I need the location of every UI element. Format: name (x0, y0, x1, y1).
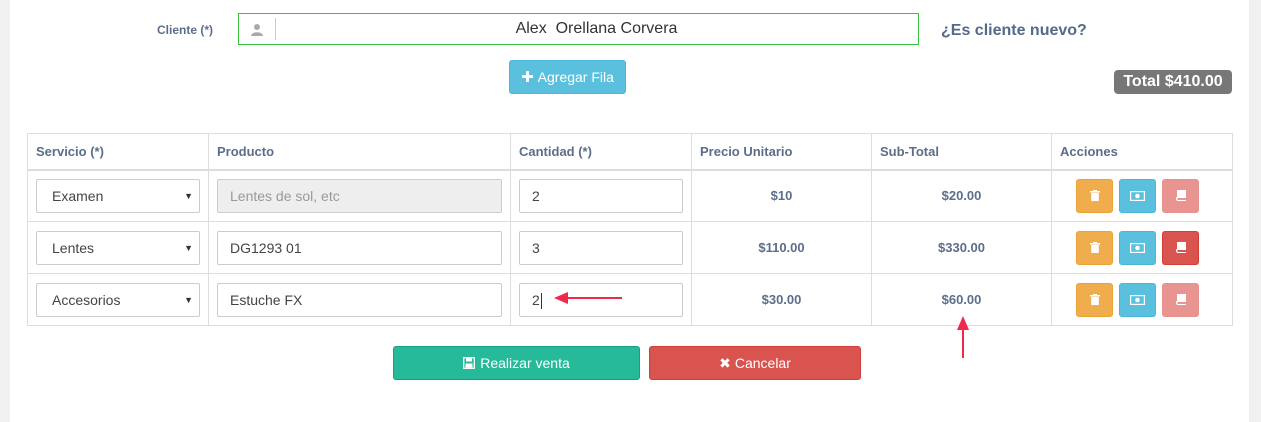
subtotal: $330.00 (871, 221, 1052, 274)
add-row-label: Agregar Fila (537, 69, 614, 85)
client-field[interactable]: Alex Orellana Corvera (238, 13, 919, 45)
trash-icon (1089, 242, 1100, 253)
table-row: Examen ▼ Lentes de sol, etc 2 $10 $20.00 (27, 169, 1233, 222)
items-table: Servicio (*) Producto Cantidad (*) Preci… (27, 133, 1233, 326)
caret-down-icon: ▼ (184, 242, 193, 253)
client-label: Cliente (*) (157, 23, 214, 37)
quantity-input[interactable]: 2 (519, 178, 683, 213)
price-row-button[interactable] (1119, 282, 1156, 317)
product-placeholder: Lentes de sol, etc (230, 187, 340, 204)
header-quantity: Cantidad (*) (510, 133, 692, 171)
product-input[interactable]: DG1293 01 (217, 230, 502, 265)
quantity-input[interactable]: 2 (519, 282, 683, 317)
quantity-value: 2 (532, 291, 540, 308)
service-select-value: Accesorios (52, 291, 121, 308)
caret-down-icon: ▼ (184, 190, 193, 201)
detail-row-button[interactable] (1162, 178, 1199, 213)
submit-sale-label: Realizar venta (480, 355, 570, 371)
header-service: Servicio (*) (27, 133, 209, 171)
header-unit-price: Precio Unitario (691, 133, 872, 171)
service-select[interactable]: Lentes ▼ (36, 230, 200, 265)
detail-row-button[interactable] (1162, 282, 1199, 317)
service-select[interactable]: Accesorios ▼ (36, 282, 200, 317)
new-client-link[interactable]: ¿Es cliente nuevo? (941, 22, 1087, 40)
money-icon (1130, 242, 1145, 253)
price-row-button[interactable] (1119, 178, 1156, 213)
table-row: Lentes ▼ DG1293 01 3 $110.00 $330.00 (27, 221, 1233, 274)
subtotal: $20.00 (871, 169, 1052, 222)
service-select-value: Lentes (52, 239, 95, 256)
price-row-button[interactable] (1119, 230, 1156, 265)
save-icon (463, 357, 476, 369)
add-row-button[interactable]: ✚ Agregar Fila (509, 60, 626, 94)
quantity-input[interactable]: 3 (519, 230, 683, 265)
delete-row-button[interactable] (1076, 230, 1113, 265)
book-icon (1175, 190, 1186, 202)
delete-row-button[interactable] (1076, 282, 1113, 317)
cancel-button[interactable]: ✖ Cancelar (649, 346, 861, 380)
service-select-value: Examen (52, 187, 104, 204)
money-icon (1130, 190, 1145, 201)
detail-row-button[interactable] (1162, 230, 1199, 265)
money-icon (1130, 294, 1145, 305)
user-icon (239, 18, 276, 40)
trash-icon (1089, 190, 1100, 202)
subtotal: $60.00 (871, 273, 1052, 326)
cancel-label: Cancelar (734, 355, 791, 371)
caret-down-icon: ▼ (184, 294, 193, 305)
trash-icon (1089, 294, 1100, 305)
delete-row-button[interactable] (1076, 178, 1113, 213)
header-subtotal: Sub-Total (871, 133, 1052, 171)
header-product: Producto (208, 133, 511, 171)
table-header-row: Servicio (*) Producto Cantidad (*) Preci… (27, 133, 1233, 171)
book-icon (1175, 294, 1186, 305)
text-cursor (540, 292, 542, 309)
plus-icon: ✚ (521, 69, 534, 86)
product-input[interactable]: Estuche FX (217, 282, 502, 317)
book-icon (1175, 242, 1186, 253)
table-row: Accesorios ▼ Estuche FX 2 $30.00 $60.00 (27, 273, 1233, 326)
unit-price: $110.00 (691, 221, 872, 274)
header-actions: Acciones (1051, 133, 1233, 171)
service-select[interactable]: Examen ▼ (36, 178, 200, 213)
product-input[interactable]: Lentes de sol, etc (217, 178, 502, 213)
submit-sale-button[interactable]: Realizar venta (393, 346, 640, 380)
times-icon: ✖ (719, 354, 731, 371)
unit-price: $10 (691, 169, 872, 222)
client-value: Alex Orellana Corvera (515, 20, 678, 37)
total-badge: Total $410.00 (1114, 70, 1232, 94)
unit-price: $30.00 (691, 273, 872, 326)
